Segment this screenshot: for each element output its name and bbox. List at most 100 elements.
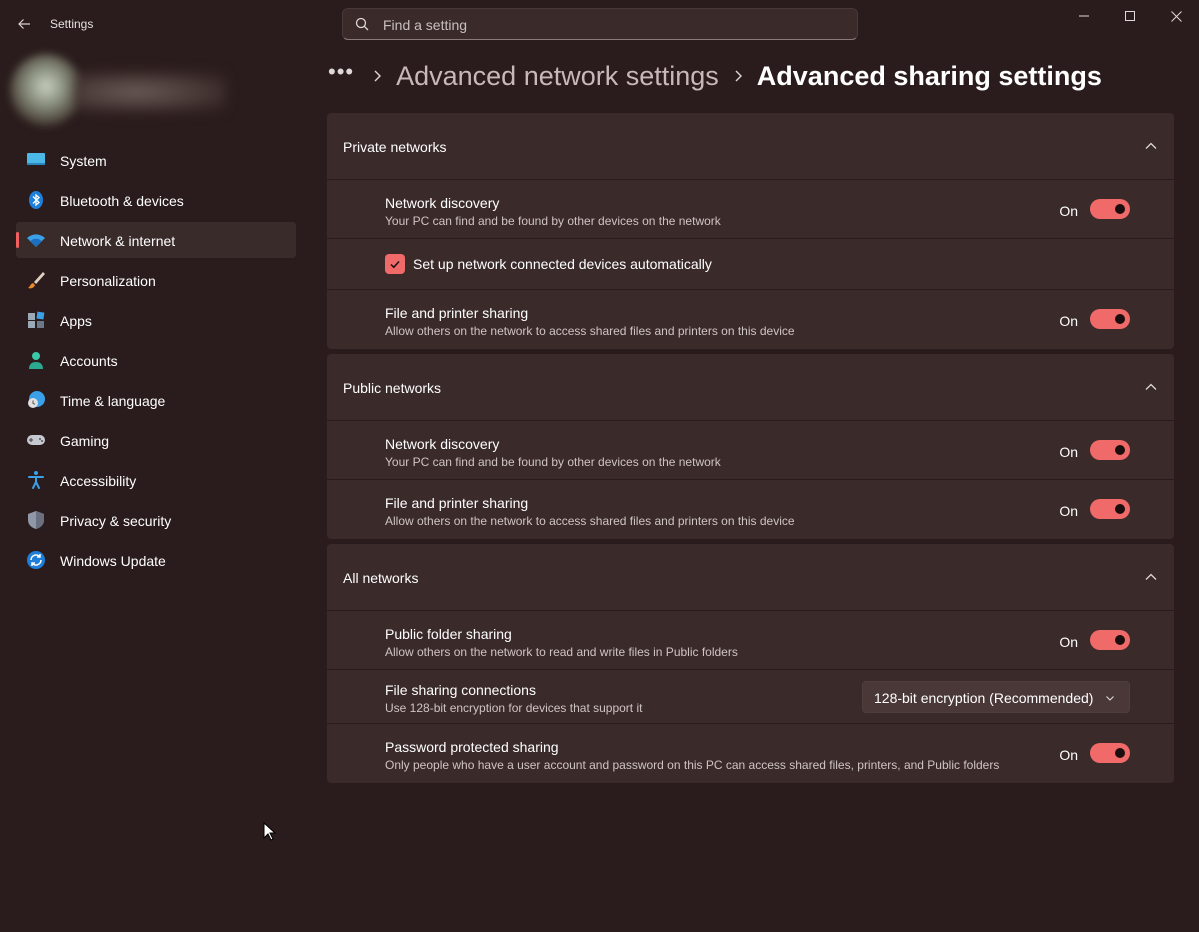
row-subtitle: Allow others on the network to read and …: [385, 645, 738, 659]
sidebar-item-label: Accounts: [60, 353, 118, 369]
close-icon: [1170, 10, 1182, 22]
auto-setup-row: Set up network connected devices automat…: [327, 239, 1174, 290]
row-subtitle: Your PC can find and be found by other d…: [385, 455, 721, 469]
toggle-knob: [1115, 445, 1125, 455]
encryption-dropdown[interactable]: 128-bit encryption (Recommended): [862, 681, 1130, 713]
maximize-button[interactable]: [1107, 0, 1153, 32]
breadcrumb-parent-link[interactable]: Advanced network settings: [396, 61, 719, 92]
public-folder-sharing-toggle[interactable]: [1090, 630, 1130, 650]
private-network-discovery-row: Network discovery Your PC can find and b…: [327, 180, 1174, 239]
sidebar-item-personalization[interactable]: Personalization: [16, 262, 296, 298]
maximize-icon: [1125, 11, 1135, 21]
row-title: Password protected sharing: [385, 739, 559, 755]
brush-icon: [28, 272, 45, 289]
row-subtitle: Allow others on the network to access sh…: [385, 324, 795, 338]
toggle-knob: [1115, 504, 1125, 514]
mouse-cursor-icon: [263, 822, 277, 841]
all-networks-header[interactable]: All networks: [327, 544, 1174, 611]
public-networks-header[interactable]: Public networks: [327, 354, 1174, 421]
password-protected-sharing-row: Password protected sharing Only people w…: [327, 724, 1174, 782]
toggle-knob: [1115, 635, 1125, 645]
accessibility-icon: [28, 471, 44, 489]
user-name-blurred: [76, 72, 226, 112]
bluetooth-icon: [29, 191, 43, 209]
sidebar-item-network[interactable]: Network & internet: [16, 222, 296, 258]
public-networks-section: Public networks Network discovery Your P…: [327, 354, 1174, 539]
chevron-up-icon: [1145, 142, 1157, 149]
toggle-state-label: On: [1059, 313, 1078, 329]
private-file-printer-row: File and printer sharing Allow others on…: [327, 290, 1174, 348]
sidebar-item-bluetooth[interactable]: Bluetooth & devices: [16, 182, 296, 218]
toggle-state-label: On: [1059, 747, 1078, 763]
row-subtitle: Only people who have a user account and …: [385, 758, 1000, 772]
sidebar-item-time-language[interactable]: Time & language: [16, 382, 296, 418]
row-title: File and printer sharing: [385, 495, 529, 511]
toggle-state-label: On: [1059, 503, 1078, 519]
toggle-knob: [1115, 314, 1125, 324]
avatar: [10, 54, 82, 126]
sidebar-item-apps[interactable]: Apps: [16, 302, 296, 338]
app-title: Settings: [50, 17, 94, 31]
private-file-printer-toggle[interactable]: [1090, 309, 1130, 329]
auto-setup-checkbox[interactable]: [385, 254, 405, 274]
file-sharing-connections-row: File sharing connections Use 128-bit enc…: [327, 670, 1174, 724]
minimize-icon: [1079, 15, 1089, 17]
sidebar-item-gaming[interactable]: Gaming: [16, 422, 296, 458]
sidebar-item-system[interactable]: System: [16, 142, 296, 178]
chevron-up-icon: [1145, 573, 1157, 580]
apps-icon: [28, 311, 45, 328]
toggle-knob: [1115, 748, 1125, 758]
public-network-discovery-toggle[interactable]: [1090, 440, 1130, 460]
sidebar-item-label: Bluetooth & devices: [60, 193, 184, 209]
monitor-icon: [27, 153, 45, 165]
chevron-down-icon: [1106, 696, 1114, 701]
chevron-right-icon: [372, 70, 382, 82]
section-title: Private networks: [343, 139, 447, 155]
sidebar-item-label: Network & internet: [60, 233, 176, 249]
chevron-right-icon: [733, 70, 743, 82]
private-networks-header[interactable]: Private networks: [327, 113, 1174, 180]
private-networks-section: Private networks Network discovery Your …: [327, 113, 1174, 349]
section-title: Public networks: [343, 380, 442, 396]
toggle-state-label: On: [1059, 203, 1078, 219]
sidebar-item-label: Privacy & security: [60, 513, 172, 529]
minimize-button[interactable]: [1061, 0, 1107, 32]
sidebar-item-label: Apps: [60, 313, 92, 329]
breadcrumb-more-button[interactable]: •••: [328, 59, 354, 85]
auto-setup-label[interactable]: Set up network connected devices automat…: [413, 256, 712, 272]
dropdown-value: 128-bit encryption (Recommended): [874, 690, 1094, 706]
row-title: Network discovery: [385, 195, 500, 211]
sidebar-item-accounts[interactable]: Accounts: [16, 342, 296, 378]
row-title: Public folder sharing: [385, 626, 512, 642]
row-subtitle: Your PC can find and be found by other d…: [385, 214, 721, 228]
wifi-icon: [27, 234, 45, 247]
sidebar-item-accessibility[interactable]: Accessibility: [16, 462, 296, 498]
search-icon: [355, 17, 369, 31]
gamepad-icon: [27, 435, 45, 445]
checkmark-icon: [390, 260, 400, 269]
search-input[interactable]: [383, 15, 843, 35]
sidebar-item-label: Gaming: [60, 433, 110, 449]
sidebar-item-privacy[interactable]: Privacy & security: [16, 502, 296, 538]
public-file-printer-toggle[interactable]: [1090, 499, 1130, 519]
toggle-state-label: On: [1059, 444, 1078, 460]
row-title: File sharing connections: [385, 682, 536, 698]
back-arrow-icon: [18, 19, 30, 29]
close-button[interactable]: [1153, 0, 1199, 32]
row-title: Network discovery: [385, 436, 500, 452]
section-title: All networks: [343, 570, 419, 586]
back-button[interactable]: [8, 8, 40, 40]
password-protected-sharing-toggle[interactable]: [1090, 743, 1130, 763]
shield-icon: [28, 511, 44, 529]
sidebar-item-label: Accessibility: [60, 473, 137, 489]
row-subtitle: Allow others on the network to access sh…: [385, 514, 795, 528]
title-bar: Settings: [0, 0, 1199, 48]
user-profile[interactable]: [6, 52, 236, 132]
private-network-discovery-toggle[interactable]: [1090, 199, 1130, 219]
sidebar-item-windows-update[interactable]: Windows Update: [16, 542, 296, 578]
toggle-knob: [1115, 204, 1125, 214]
search-box[interactable]: [342, 8, 858, 40]
globe-clock-icon: [28, 391, 45, 408]
row-title: File and printer sharing: [385, 305, 529, 321]
sidebar-item-label: Windows Update: [60, 553, 166, 569]
